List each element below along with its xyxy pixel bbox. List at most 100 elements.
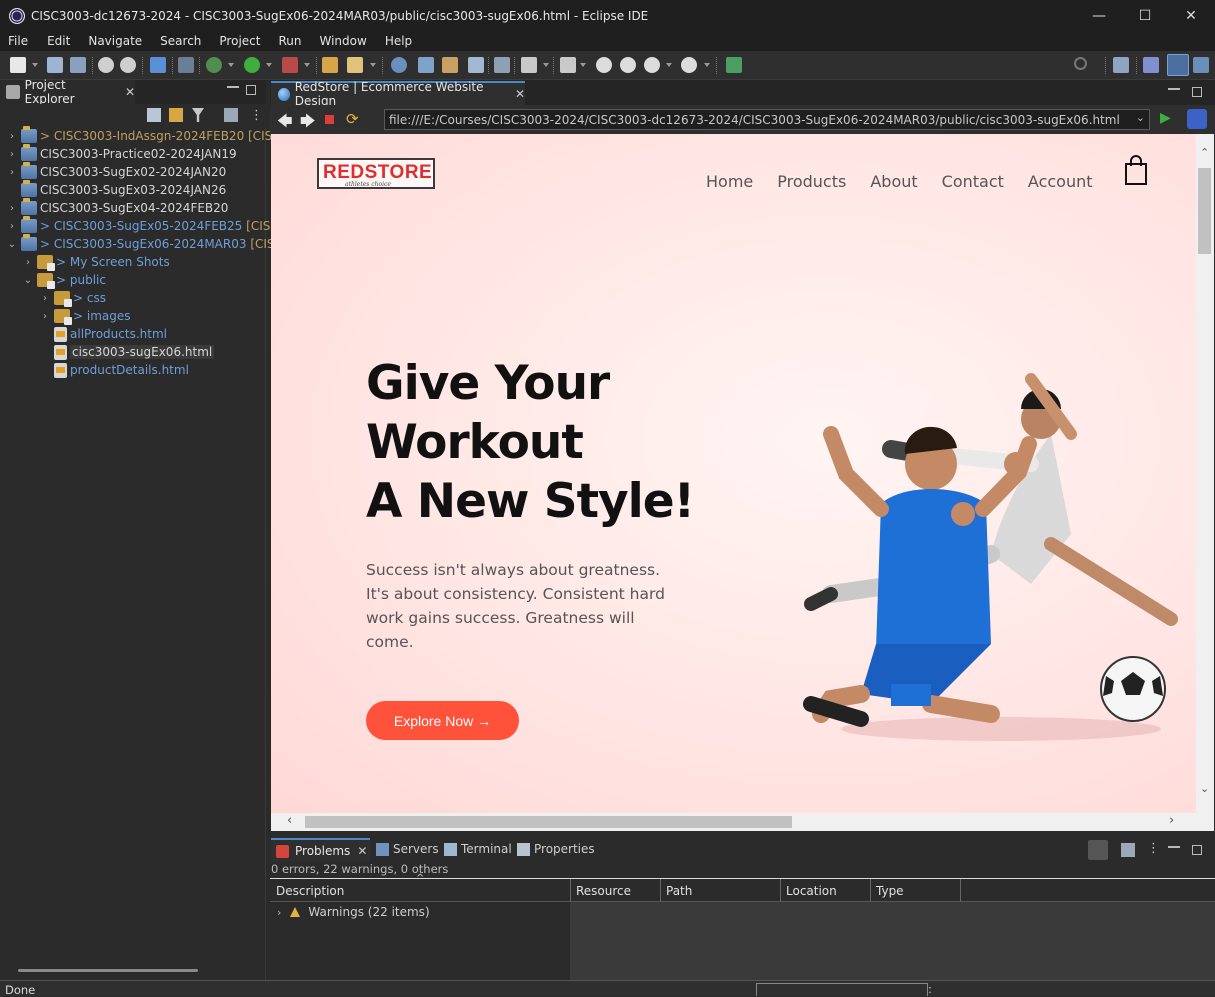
chevron-down-icon[interactable]: ⌄ xyxy=(7,239,17,250)
minimize-view-icon[interactable] xyxy=(227,86,239,88)
nav-products[interactable]: Products xyxy=(777,172,846,191)
chevron-right-icon[interactable]: › xyxy=(23,257,33,268)
horizontal-scroll-thumb[interactable] xyxy=(305,816,792,828)
forward-icon[interactable] xyxy=(681,57,697,73)
close-icon[interactable]: ✕ xyxy=(515,87,525,101)
redstore-logo[interactable]: REDSTORE athletes choice xyxy=(317,158,435,189)
chevron-left-icon[interactable]: ‹ xyxy=(287,813,292,828)
chevron-down-icon[interactable]: ⌄ xyxy=(1200,782,1209,795)
tree-item-public[interactable]: ⌄ > public xyxy=(23,271,106,289)
chevron-down-icon[interactable]: ⌄ xyxy=(23,275,33,286)
debug-perspective-icon[interactable] xyxy=(1193,57,1209,73)
debug-icon[interactable] xyxy=(206,57,222,73)
tree-item-sugex06-html[interactable]: cisc3003-sugEx06.html xyxy=(40,343,215,361)
skip-breakpoints-icon[interactable] xyxy=(178,57,194,73)
col-resource[interactable]: Resource xyxy=(576,884,631,898)
menu-search[interactable]: Search xyxy=(150,34,209,48)
tree-item-sugex05[interactable]: › > CISC3003-SugEx05-2024FEB25 [CISC3003 xyxy=(7,216,309,235)
back-icon[interactable] xyxy=(644,57,660,73)
view-menu-icon[interactable]: ⋮ xyxy=(250,108,263,123)
maximize-view-icon[interactable] xyxy=(1192,845,1202,855)
chevron-right-icon[interactable]: › xyxy=(7,203,17,214)
minimize-button[interactable]: — xyxy=(1076,0,1122,31)
maximize-view-icon[interactable] xyxy=(246,85,256,95)
web-perspective-icon[interactable] xyxy=(1167,54,1189,76)
chevron-down-icon[interactable]: ⌄ xyxy=(1136,111,1145,124)
tree-item-sugex04[interactable]: › CISC3003-SugEx04-2024FEB20 xyxy=(7,198,228,217)
new-class-icon[interactable] xyxy=(468,57,484,73)
undo-icon[interactable] xyxy=(98,57,114,73)
vertical-scroll-thumb[interactable] xyxy=(1198,168,1211,254)
tree-item-sugex02[interactable]: › CISC3003-SugEx02-2024JAN20 xyxy=(7,162,226,181)
menu-navigate[interactable]: Navigate xyxy=(78,34,150,48)
collapse-all-icon[interactable] xyxy=(147,108,161,122)
chevron-up-icon[interactable]: ⌃ xyxy=(1200,146,1209,159)
tree-item-indassgn[interactable]: › > CISC3003-IndAssgn-2024FEB20 [CISC300 xyxy=(7,126,304,145)
link-with-editor-icon[interactable] xyxy=(169,108,183,122)
focus-icon[interactable] xyxy=(224,108,238,122)
menu-help[interactable]: Help xyxy=(375,34,420,48)
filter-icon[interactable] xyxy=(192,108,204,122)
tree-item-allproducts[interactable]: allProducts.html xyxy=(40,325,167,343)
open-external-browser-icon[interactable] xyxy=(1187,109,1207,129)
forward-arrow-icon[interactable]: 🡆 xyxy=(300,111,316,136)
run-icon[interactable] xyxy=(244,57,260,73)
focus-icon[interactable] xyxy=(1121,843,1135,857)
new-web-icon[interactable] xyxy=(442,57,458,73)
tree-item-screenshots[interactable]: › > My Screen Shots xyxy=(23,253,170,271)
maximize-button[interactable]: ☐ xyxy=(1122,0,1168,31)
new-server-icon[interactable] xyxy=(418,57,434,73)
menu-file[interactable]: File xyxy=(0,34,36,48)
save-icon[interactable] xyxy=(47,57,63,73)
tree-item-practice02[interactable]: › CISC3003-Practice02-2024JAN19 xyxy=(7,144,237,163)
close-window-button[interactable]: ✕ xyxy=(1168,0,1214,31)
col-path[interactable]: Path xyxy=(666,884,692,898)
save-all-icon[interactable] xyxy=(70,57,86,73)
annotation-icon[interactable] xyxy=(521,57,537,73)
chevron-right-icon[interactable]: › xyxy=(7,149,17,160)
redo-icon[interactable] xyxy=(120,57,136,73)
tab-terminal[interactable]: Terminal xyxy=(444,842,512,856)
open-perspective-icon[interactable] xyxy=(1113,57,1129,73)
menu-edit[interactable]: Edit xyxy=(36,34,78,48)
globe-icon[interactable] xyxy=(391,57,407,73)
col-location[interactable]: Location xyxy=(786,884,837,898)
minimize-editor-icon[interactable] xyxy=(1168,88,1180,90)
last-edit-icon[interactable] xyxy=(560,57,576,73)
nav-account[interactable]: Account xyxy=(1028,172,1093,191)
nav-about[interactable]: About xyxy=(870,172,917,191)
tab-problems[interactable]: Problems ✕ xyxy=(271,838,370,862)
close-icon[interactable]: ✕ xyxy=(125,85,135,99)
tree-item-css[interactable]: › > css xyxy=(40,289,106,307)
tab-project-explorer[interactable]: Project Explorer ✕ xyxy=(0,78,135,106)
filter-icon[interactable] xyxy=(1088,840,1108,860)
chevron-right-icon[interactable]: › xyxy=(1169,813,1174,828)
chevron-right-icon[interactable]: › xyxy=(40,311,50,322)
tree-item-sugex06[interactable]: ⌄ > CISC3003-SugEx06-2024MAR03 [CISC300 xyxy=(7,234,306,253)
search-icon[interactable] xyxy=(1074,57,1087,70)
new-icon[interactable] xyxy=(10,57,26,73)
chevron-right-icon[interactable]: › xyxy=(7,221,17,232)
stop-icon[interactable] xyxy=(325,115,334,124)
next-annotation-icon[interactable] xyxy=(620,57,636,73)
menu-window[interactable]: Window xyxy=(309,34,374,48)
edit-icon[interactable] xyxy=(347,57,363,73)
minimize-view-icon[interactable] xyxy=(1168,846,1180,848)
chevron-right-icon[interactable]: › xyxy=(7,131,17,142)
col-type[interactable]: Type xyxy=(876,884,904,898)
java-ee-perspective-icon[interactable] xyxy=(1143,57,1159,73)
table-row[interactable]: › Warnings (22 items) xyxy=(277,905,430,919)
tab-properties[interactable]: Properties xyxy=(517,842,595,856)
tree-item-sugex03[interactable]: CISC3003-SugEx03-2024JAN26 xyxy=(7,180,226,199)
external-tools-icon[interactable] xyxy=(282,57,298,73)
page-vertical-scrollbar[interactable]: ⌃ ⌄ xyxy=(1196,134,1214,813)
nav-home[interactable]: Home xyxy=(706,172,753,191)
nav-contact[interactable]: Contact xyxy=(942,172,1004,191)
chevron-right-icon[interactable]: › xyxy=(277,906,281,919)
cart-icon[interactable] xyxy=(1123,154,1149,186)
maximize-editor-icon[interactable] xyxy=(1192,87,1202,97)
terminal-icon[interactable] xyxy=(150,57,166,73)
menu-project[interactable]: Project xyxy=(209,34,268,48)
chevron-right-icon[interactable]: › xyxy=(40,293,50,304)
tab-redstore[interactable]: RedStore | Ecommerce Website Design ✕ xyxy=(271,80,525,108)
